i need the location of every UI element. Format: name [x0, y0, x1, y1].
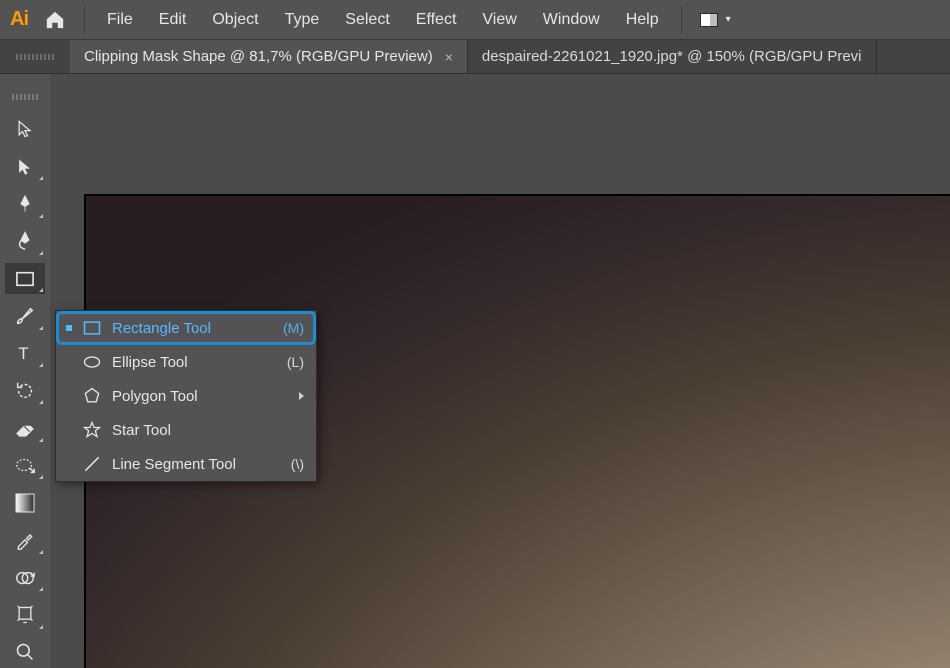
tools-panel: T [0, 74, 50, 668]
flyout-indicator-icon [39, 251, 43, 255]
workspace-icon [700, 13, 718, 27]
menu-help[interactable]: Help [622, 7, 663, 33]
app-logo: Ai [10, 8, 28, 31]
tab-title: despaired-2261021_1920.jpg* @ 150% (RGB/… [482, 48, 862, 65]
flyout-item-star[interactable]: Star Tool [56, 413, 316, 447]
flyout-indicator-icon [39, 326, 43, 330]
flyout-item-label: Rectangle Tool [112, 320, 273, 337]
direct-selection-tool[interactable] [5, 151, 45, 182]
selected-indicator-icon [66, 325, 72, 331]
divider [681, 6, 682, 34]
document-tab[interactable]: Clipping Mask Shape @ 81,7% (RGB/GPU Pre… [70, 40, 468, 73]
flyout-indicator-icon [39, 550, 43, 554]
menu-file[interactable]: File [103, 7, 137, 33]
line-icon [82, 454, 102, 474]
flyout-item-polygon[interactable]: Polygon Tool [56, 379, 316, 413]
menu-type[interactable]: Type [281, 7, 324, 33]
flyout-indicator-icon [39, 363, 43, 367]
flyout-indicator-icon [39, 475, 43, 479]
artboard-tool[interactable] [5, 599, 45, 630]
flyout-item-label: Line Segment Tool [112, 456, 281, 473]
scale-tool[interactable] [5, 450, 45, 481]
workspace-switcher[interactable]: ▾ [700, 13, 731, 27]
svg-text:T: T [18, 344, 28, 363]
flyout-indicator-icon [39, 288, 43, 292]
shape-tools-flyout: Rectangle Tool (M) Ellipse Tool (L) Polygon … [55, 310, 317, 482]
menu-view[interactable]: View [478, 7, 520, 33]
chevron-down-icon: ▾ [726, 14, 731, 25]
flyout-indicator-icon [39, 587, 43, 591]
shortcut-label: (L) [287, 354, 304, 370]
flyout-indicator-icon [39, 438, 43, 442]
shortcut-label: (M) [283, 320, 304, 336]
rectangle-tool[interactable] [5, 263, 45, 294]
rotate-tool[interactable] [5, 375, 45, 406]
zoom-tool[interactable] [5, 637, 45, 668]
eraser-tool[interactable] [5, 412, 45, 443]
menu-object[interactable]: Object [208, 7, 262, 33]
close-icon[interactable]: × [445, 49, 453, 65]
flyout-item-label: Ellipse Tool [112, 354, 277, 371]
eyedropper-tool[interactable] [5, 524, 45, 555]
star-icon [82, 420, 102, 440]
flyout-indicator-icon [39, 625, 43, 629]
flyout-indicator-icon [39, 400, 43, 404]
shortcut-label: (\) [291, 456, 304, 472]
toolbar-grip[interactable] [12, 94, 38, 100]
flyout-item-rect[interactable]: Rectangle Tool (M) [56, 311, 316, 345]
document-tabs: Clipping Mask Shape @ 81,7% (RGB/GPU Pre… [0, 40, 950, 74]
divider [84, 6, 85, 34]
menu-edit[interactable]: Edit [155, 7, 191, 33]
flyout-indicator-icon [39, 176, 43, 180]
tab-title: Clipping Mask Shape @ 81,7% (RGB/GPU Pre… [84, 48, 433, 65]
document-tab[interactable]: despaired-2261021_1920.jpg* @ 150% (RGB/… [468, 40, 877, 73]
curvature-tool[interactable] [5, 226, 45, 257]
flyout-indicator-icon [39, 214, 43, 218]
flyout-item-ellipse[interactable]: Ellipse Tool (L) [56, 345, 316, 379]
paintbrush-tool[interactable] [5, 300, 45, 331]
gradient-tool[interactable] [5, 487, 45, 518]
menu-effect[interactable]: Effect [412, 7, 461, 33]
flyout-item-line[interactable]: Line Segment Tool (\) [56, 447, 316, 481]
menu-bar: Ai File Edit Object Type Select Effect View Win… [0, 0, 950, 40]
shape-builder-tool[interactable] [5, 562, 45, 593]
tab-grip[interactable] [0, 40, 70, 74]
selection-tool[interactable] [5, 114, 45, 145]
home-icon[interactable] [44, 10, 66, 30]
submenu-arrow-icon [299, 392, 304, 400]
polygon-icon [82, 386, 102, 406]
type-tool[interactable]: T [5, 338, 45, 369]
menu-select[interactable]: Select [341, 7, 393, 33]
rect-icon [82, 319, 102, 337]
pen-tool[interactable] [5, 188, 45, 219]
ellipse-icon [82, 353, 102, 371]
flyout-item-label: Star Tool [112, 422, 304, 439]
menu-window[interactable]: Window [539, 7, 604, 33]
flyout-item-label: Polygon Tool [112, 388, 283, 405]
